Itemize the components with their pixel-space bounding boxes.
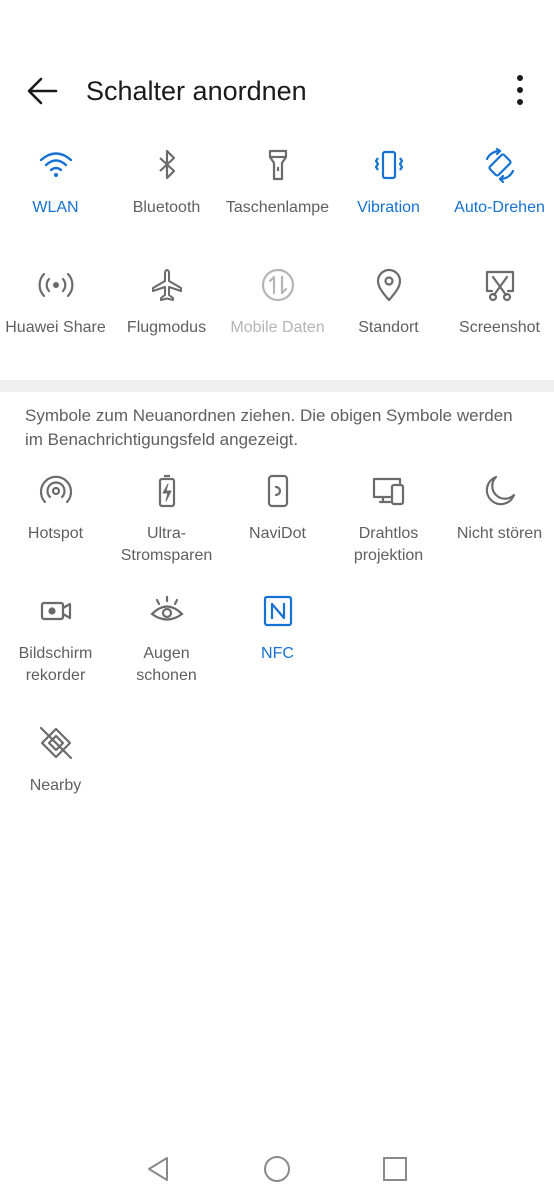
tile-auto-drehen[interactable]: Auto-Drehen [444, 147, 554, 219]
location-icon [376, 268, 401, 302]
mobile-data-icon [261, 268, 294, 302]
battery-saver-icon [158, 474, 175, 508]
tile-label: Augen schonen [136, 645, 197, 684]
tile-mobile-daten[interactable]: Mobile Daten [222, 267, 333, 339]
huawei-share-icon [38, 272, 73, 298]
square-recents-icon [383, 1157, 407, 1181]
nav-recents-button[interactable] [380, 1154, 410, 1184]
tile-label: Bluetooth [132, 199, 201, 216]
nearby-icon [39, 726, 72, 760]
tile-label: Mobile Daten [230, 319, 325, 336]
tile-taschenlampe[interactable]: Taschenlampe [222, 147, 333, 219]
eye-icon [149, 595, 184, 621]
more-options-button[interactable] [506, 73, 534, 109]
flashlight-icon [268, 149, 287, 181]
auto-rotate-icon [485, 147, 514, 183]
page-title: Schalter anordnen [86, 76, 307, 106]
tile-nearby[interactable]: Nearby [0, 725, 111, 797]
tile-label: NaviDot [249, 525, 306, 542]
more-vertical-icon [517, 75, 523, 105]
section-divider [0, 380, 554, 392]
tile-label: Vibration [357, 199, 420, 216]
navidot-icon [267, 474, 288, 508]
tile-label: Auto-Drehen [454, 199, 545, 216]
triangle-back-icon [148, 1157, 168, 1181]
back-button[interactable] [24, 74, 60, 108]
nav-home-button[interactable] [262, 1154, 292, 1184]
hotspot-icon [39, 475, 72, 504]
tile-drahtlos-projektion[interactable]: Drahtlos projektion [333, 473, 444, 567]
screen-recorder-icon [40, 601, 71, 621]
arrow-left-icon [27, 77, 58, 105]
tile-label: Taschenlampe [225, 199, 330, 216]
tile-label: Hotspot [27, 525, 84, 542]
tile-label: Bildschirm rekorder [18, 645, 93, 684]
tile-nfc[interactable]: NFC [222, 593, 333, 665]
system-navigation-bar [0, 1140, 554, 1200]
tile-label: Nicht stören [456, 525, 543, 542]
app-bar: Schalter anordnen [0, 60, 554, 122]
bluetooth-icon [158, 149, 175, 180]
tile-label: NFC [261, 645, 294, 662]
tile-navidot[interactable]: NaviDot [222, 473, 333, 545]
tile-hotspot[interactable]: Hotspot [0, 473, 111, 545]
tile-vibration[interactable]: Vibration [333, 147, 444, 219]
nav-back-button[interactable] [144, 1154, 174, 1184]
tile-huawei-share[interactable]: Huawei Share [0, 267, 111, 339]
tile-label: Huawei Share [5, 319, 106, 336]
tile-flugmodus[interactable]: Flugmodus [111, 267, 222, 339]
wireless-projection-icon [372, 477, 404, 506]
moon-icon [485, 475, 515, 506]
tile-bildschirmrekorder[interactable]: Bildschirm rekorder [0, 593, 111, 687]
tile-screenshot[interactable]: Screenshot [444, 267, 554, 339]
tile-nicht-stoeren[interactable]: Nicht stören [444, 473, 554, 545]
wifi-icon [39, 152, 72, 177]
tile-bluetooth[interactable]: Bluetooth [111, 147, 222, 219]
vibration-icon [374, 150, 403, 180]
tile-wlan[interactable]: WLAN [0, 147, 111, 219]
tile-label: Screenshot [459, 319, 540, 336]
tile-label: WLAN [32, 199, 79, 216]
rearrange-hint: Symbole zum Neuanordnen ziehen. Die obig… [25, 406, 513, 449]
circle-home-icon [264, 1156, 290, 1182]
tile-standort[interactable]: Standort [333, 267, 444, 339]
tile-label: Standort [358, 319, 419, 336]
nfc-icon [263, 595, 292, 627]
tile-label: Flugmodus [126, 319, 207, 336]
tile-label: Ultra- Stromsparen [120, 525, 213, 564]
tile-ultra-stromsparen[interactable]: Ultra- Stromsparen [111, 473, 222, 567]
tile-augen-schonen[interactable]: Augen schonen [111, 593, 222, 687]
tile-label: Drahtlos projektion [353, 525, 424, 564]
tile-label: Nearby [29, 777, 82, 794]
screenshot-icon [485, 270, 514, 302]
airplane-icon [151, 269, 182, 301]
